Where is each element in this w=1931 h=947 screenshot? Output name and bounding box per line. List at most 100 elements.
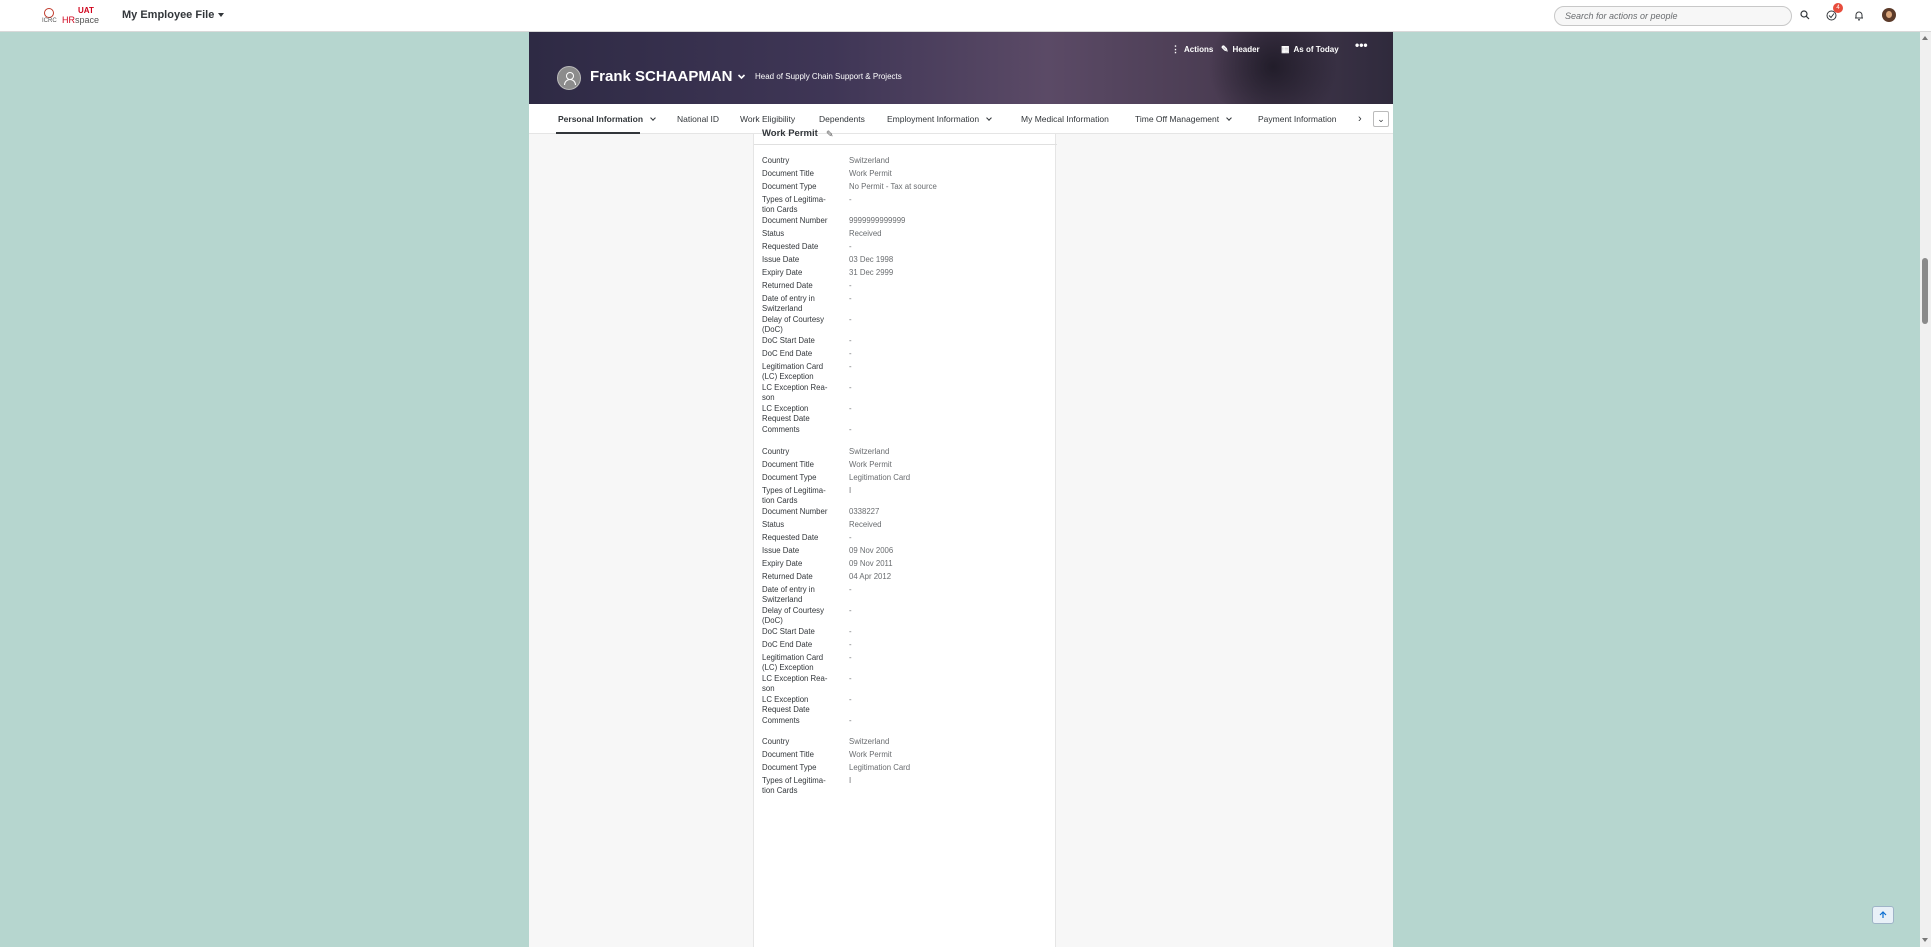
- field-value: Legitimation Card: [849, 763, 911, 772]
- search-icon[interactable]: [1798, 8, 1812, 22]
- caret-down-icon: [218, 13, 225, 18]
- logo-org: ICRC: [42, 18, 57, 24]
- field-value: Received: [849, 229, 882, 238]
- scrollbar-thumb[interactable]: [1922, 258, 1928, 324]
- employee-file-page: Frank SCHAAPMAN Head of Supply Chain Sup…: [529, 32, 1393, 947]
- section-title: Work Permit: [762, 128, 818, 139]
- tab-label: Time Off Management: [1135, 114, 1220, 124]
- field-label: Country: [762, 156, 790, 165]
- vertical-dots-icon: ⋮: [1171, 44, 1180, 54]
- field-value: -: [849, 640, 852, 649]
- notification-count-badge: 4: [1833, 3, 1843, 13]
- employee-name[interactable]: Frank SCHAAPMAN: [590, 68, 733, 85]
- tab-national-id[interactable]: National ID: [677, 114, 719, 124]
- field-label: Date of entry in Switzerland: [762, 585, 815, 604]
- chevron-down-icon: ⌄: [1377, 113, 1385, 124]
- field-value: -: [849, 383, 852, 392]
- field-label: Legitimation Card (LC) Exception: [762, 362, 824, 381]
- tab-employment-information[interactable]: Employment Information: [887, 114, 992, 124]
- chevron-down-icon[interactable]: [986, 115, 992, 121]
- field-label: Expiry Date: [762, 559, 803, 568]
- scroll-up-icon[interactable]: [1922, 36, 1928, 40]
- field-value: -: [849, 425, 852, 434]
- field-value: -: [849, 242, 852, 251]
- arrow-up-icon: [1879, 911, 1887, 918]
- edit-pencil-icon[interactable]: ✎: [826, 129, 836, 139]
- tab-work-eligibility[interactable]: Work Eligibility: [740, 114, 795, 124]
- field-label: LC Exception Request Date: [762, 404, 810, 423]
- field-label: Comments: [762, 425, 800, 434]
- more-options-icon[interactable]: •••: [1355, 38, 1368, 52]
- environment-label: UAT: [78, 6, 94, 15]
- scroll-down-icon[interactable]: [1922, 938, 1928, 942]
- field-label: Document Number: [762, 216, 828, 225]
- brand-space: space: [75, 15, 100, 25]
- field-value: -: [849, 404, 852, 413]
- header-label: Header: [1232, 45, 1260, 54]
- tab-my-medical-information[interactable]: My Medical Information: [1021, 114, 1109, 124]
- field-label: Status: [762, 520, 785, 529]
- user-avatar[interactable]: [1882, 8, 1896, 22]
- field-value: -: [849, 695, 852, 704]
- field-label: Expiry Date: [762, 268, 803, 277]
- field-label: Country: [762, 447, 790, 456]
- chevron-right-icon[interactable]: ›: [1358, 113, 1362, 125]
- chevron-down-icon[interactable]: [650, 115, 656, 121]
- field-value: -: [849, 585, 852, 594]
- chevron-down-icon[interactable]: [1226, 115, 1232, 121]
- tab-time-off-management[interactable]: Time Off Management: [1135, 114, 1232, 124]
- brand-hr: HR: [62, 15, 75, 25]
- field-value: -: [849, 294, 852, 303]
- scrollbar-track[interactable]: [1920, 32, 1931, 947]
- field-label: Returned Date: [762, 572, 813, 581]
- field-label: Types of Legitima- tion Cards: [762, 486, 826, 505]
- field-label: DoC End Date: [762, 640, 813, 649]
- tab-label: Dependents: [819, 114, 865, 124]
- actions-button[interactable]: ⋮ Actions: [1171, 44, 1213, 55]
- field-value: 03 Dec 1998: [849, 255, 894, 264]
- field-value: -: [849, 281, 852, 290]
- field-value: 09 Nov 2011: [849, 559, 893, 568]
- field-label: DoC Start Date: [762, 336, 815, 345]
- scroll-to-top-button[interactable]: [1872, 906, 1894, 924]
- field-label: Returned Date: [762, 281, 813, 290]
- field-label: Issue Date: [762, 546, 800, 555]
- field-value: 31 Dec 2999: [849, 268, 894, 277]
- field-value: -: [849, 716, 852, 725]
- tab-label: My Medical Information: [1021, 114, 1109, 124]
- field-label: LC Exception Request Date: [762, 695, 810, 714]
- field-label: Country: [762, 737, 790, 746]
- field-label: Date of entry in Switzerland: [762, 294, 815, 313]
- tab-label: Work Eligibility: [740, 114, 796, 124]
- field-value: I: [849, 486, 852, 495]
- app-title-menu[interactable]: My Employee File: [122, 9, 225, 21]
- left-nav-fragment: [557, 135, 617, 139]
- tab-dependents[interactable]: Dependents: [819, 114, 865, 124]
- tab-personal-information[interactable]: Personal Information: [558, 114, 656, 124]
- work-permit-card: Work Permit ✎ Country Switzerland Document…: [753, 128, 1057, 947]
- field-value: -: [849, 653, 852, 662]
- tab-label: National ID: [677, 114, 720, 124]
- hrspace-logo[interactable]: ICRC UAT HRspace: [40, 6, 100, 26]
- field-value: Switzerland: [849, 447, 890, 456]
- section-tab-bar: Personal Information National ID Work El…: [529, 104, 1393, 134]
- icrc-logo-icon: [44, 8, 54, 18]
- field-label: Document Type: [762, 182, 817, 191]
- chevron-down-icon[interactable]: [737, 72, 746, 81]
- bell-icon[interactable]: [1852, 8, 1866, 22]
- field-label: DoC Start Date: [762, 627, 815, 636]
- tab-payment-information[interactable]: Payment Information: [1258, 114, 1336, 124]
- field-label: Document Title: [762, 460, 815, 469]
- field-value: Switzerland: [849, 737, 890, 746]
- header-button[interactable]: ✎ Header: [1221, 44, 1260, 55]
- as-of-today-button[interactable]: ▦ As of Today: [1281, 44, 1339, 55]
- field-value: Received: [849, 520, 882, 529]
- tab-overflow-button[interactable]: ⌄: [1373, 111, 1389, 127]
- as-of-label: As of Today: [1293, 45, 1339, 54]
- tab-label: Personal Information: [558, 114, 644, 124]
- employee-header-banner: Frank SCHAAPMAN Head of Supply Chain Sup…: [529, 32, 1393, 104]
- search-input[interactable]: Search for actions or people: [1554, 6, 1792, 26]
- field-value: -: [849, 533, 852, 542]
- app-title: My Employee File: [122, 9, 215, 21]
- field-value: Legitimation Card: [849, 473, 911, 482]
